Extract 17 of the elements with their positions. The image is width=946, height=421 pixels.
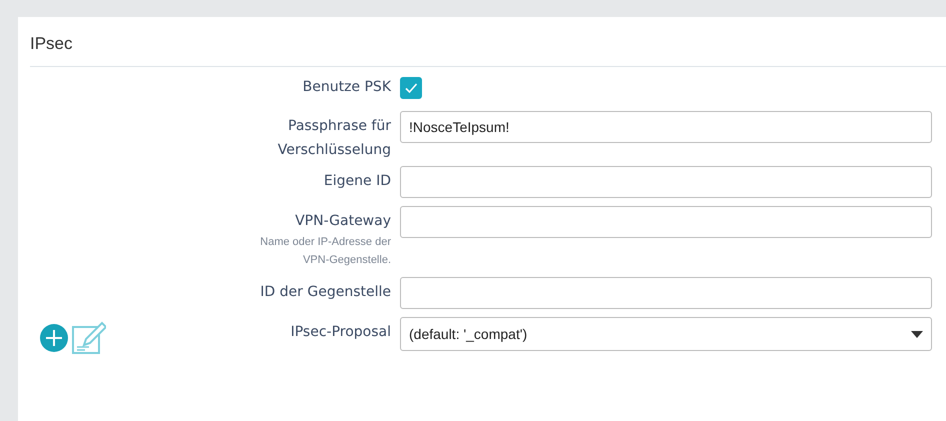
field-label: Benutze PSK	[302, 78, 391, 97]
field-label: VPN-Gateway	[295, 212, 391, 231]
field-hint: Name oder IP-Adresse der VPN-Gegenstelle.	[259, 235, 391, 268]
text-field[interactable]	[400, 206, 932, 238]
text-field[interactable]	[400, 277, 932, 309]
section-title: IPsec	[30, 33, 74, 55]
checkbox[interactable]	[400, 77, 422, 99]
field-label: Eigene ID	[324, 172, 391, 191]
text-field[interactable]	[400, 166, 932, 198]
text-field[interactable]: !NosceTeIpsum!	[400, 111, 932, 143]
edit-icon[interactable]	[72, 321, 106, 355]
field-label: ID der Gegenstelle	[260, 283, 391, 302]
add-icon[interactable]	[40, 324, 68, 352]
field-label: IPsec-Proposal	[290, 323, 391, 342]
field-label: Passphrase für Verschlüsselung	[276, 117, 391, 160]
dropdown[interactable]: (default: '_compat')	[400, 317, 932, 351]
caret-icon	[911, 330, 923, 338]
